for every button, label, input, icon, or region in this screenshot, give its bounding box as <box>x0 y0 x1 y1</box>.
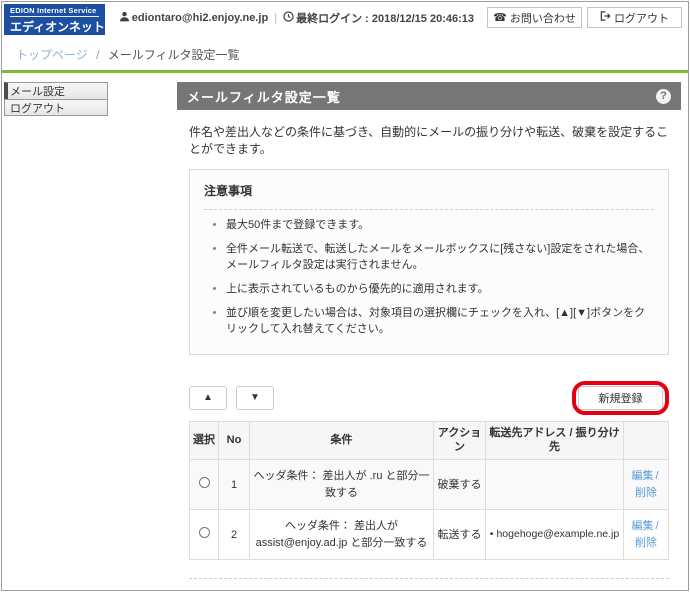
breadcrumb-separator: / <box>96 48 100 62</box>
table-row: 2 ヘッダ条件： 差出人が assist@enjoy.ad.jp と部分一致する… <box>189 509 669 561</box>
row-number: 1 <box>218 459 250 511</box>
divider <box>189 578 669 580</box>
table-row: 1 ヘッダ条件： 差出人が .ru と部分一致する 破棄する 編集/ 削除 <box>189 459 669 511</box>
row-select-radio[interactable] <box>198 526 210 538</box>
row-edit-cell: 編集/ 削除 <box>623 509 669 561</box>
contact-button-label: お問い合わせ <box>509 12 576 25</box>
userbar-separator: | <box>274 11 278 24</box>
notice-list: 最大50件まで登録できます。 全件メール転送で、転送したメールをメールボックスに… <box>226 218 654 338</box>
last-login-text: 最終ログイン : 2018/12/15 20:46:13 <box>296 12 474 25</box>
column-header-action: アクション <box>433 420 486 461</box>
row-action: 転送する <box>433 509 486 561</box>
edit-delete-separator: / <box>655 470 659 483</box>
brand-logo-line2: エディオンネット <box>10 19 105 34</box>
table-header-row: 選択 No 条件 アクション 転送先アドレス / 振り分け先 <box>189 420 669 461</box>
edit-delete-separator: / <box>655 520 659 533</box>
new-registration-button[interactable]: 新規登録 <box>578 385 663 410</box>
notice-title: 注意事項 <box>204 184 253 198</box>
notice-box: 注意事項 最大50件まで登録できます。 全件メール転送で、転送したメールをメール… <box>189 169 669 355</box>
delete-link[interactable]: 削除 <box>635 537 657 549</box>
clock-icon <box>283 10 294 25</box>
table-controls: ▲ ▼ 新規登録 <box>189 380 669 415</box>
sidebar-item-mail-settings[interactable]: メール設定 <box>4 82 108 99</box>
brand-logo[interactable]: EDION Internet Service エディオンネット <box>4 4 105 35</box>
row-number: 2 <box>218 509 250 561</box>
edit-link[interactable]: 編集 <box>631 470 653 482</box>
column-header-condition: 条件 <box>249 420 434 461</box>
row-forward <box>485 459 624 511</box>
mail-filter-table: 選択 No 条件 アクション 転送先アドレス / 振り分け先 1 ヘッダ条件： … <box>189 420 669 561</box>
row-condition: ヘッダ条件： 差出人が assist@enjoy.ad.jp と部分一致する <box>249 509 434 561</box>
notice-item: 全件メール転送で、転送したメールをメールボックスに[残さない]設定をされた場合、… <box>226 242 654 274</box>
sidebar-item-label: メール設定 <box>10 86 65 98</box>
help-icon[interactable]: ? <box>656 88 671 104</box>
contact-button[interactable]: ☎ お問い合わせ <box>487 7 582 28</box>
main-content: メールフィルタ設定一覧 ? 件名や差出人などの条件に基づき、自動的にメールの振り… <box>177 82 681 590</box>
move-up-button[interactable]: ▲ <box>189 385 227 410</box>
brand-logo-line1: EDION Internet Service <box>10 6 99 17</box>
sidebar-item-label: ログアウト <box>10 102 65 115</box>
page-description: 件名や差出人などの条件に基づき、自動的にメールの振り分けや転送、破棄を設定するこ… <box>189 125 669 156</box>
delete-link[interactable]: 削除 <box>635 487 657 499</box>
breadcrumb-current: メールフィルタ設定一覧 <box>107 48 240 62</box>
row-select-radio[interactable] <box>198 476 210 488</box>
forward-address: hogehoge@example.ne.jp <box>496 527 620 540</box>
sidebar: メール設定 ログアウト <box>4 82 108 116</box>
column-header-no: No <box>218 420 250 461</box>
new-registration-wrap: 新規登録 <box>572 380 669 415</box>
row-edit-cell: 編集/ 削除 <box>623 459 669 511</box>
user-icon <box>119 11 130 25</box>
row-forward: • hogehoge@example.ne.jp <box>485 509 624 561</box>
logout-icon <box>600 11 611 24</box>
phone-icon: ☎ <box>493 12 507 24</box>
row-condition: ヘッダ条件： 差出人が .ru と部分一致する <box>249 459 434 511</box>
sidebar-item-logout[interactable]: ログアウト <box>4 99 108 116</box>
panel-header: メールフィルタ設定一覧 ? <box>177 82 681 110</box>
column-header-forward: 転送先アドレス / 振り分け先 <box>485 420 624 461</box>
breadcrumb-home-link[interactable]: トップページ <box>16 48 88 62</box>
logout-button[interactable]: ログアウト <box>587 7 682 28</box>
move-down-button[interactable]: ▼ <box>236 385 274 410</box>
user-email: ediontaro@hi2.enjoy.ne.jp <box>131 11 269 24</box>
row-action: 破棄する <box>433 459 486 511</box>
breadcrumb: トップページ / メールフィルタ設定一覧 <box>2 39 688 70</box>
column-header-edit <box>623 420 669 461</box>
topbar: EDION Internet Service エディオンネット ediontar… <box>2 2 688 39</box>
logout-button-label: ログアウト <box>614 12 669 25</box>
bullet-icon: • <box>489 527 494 540</box>
column-header-select: 選択 <box>189 420 219 461</box>
notice-divider <box>204 209 654 210</box>
notice-item: 上に表示されているものから優先的に適用されます。 <box>226 282 654 298</box>
edit-link[interactable]: 編集 <box>631 520 653 532</box>
page: EDION Internet Service エディオンネット ediontar… <box>1 1 689 591</box>
user-utility-bar: ediontaro@hi2.enjoy.ne.jp | 最終ログイン : 201… <box>119 4 682 28</box>
notice-item: 最大50件まで登録できます。 <box>226 218 654 234</box>
page-title: メールフィルタ設定一覧 <box>187 89 341 105</box>
notice-item: 並び順を変更したい場合は、対象項目の選択欄にチェックを入れ、[▲][▼]ボタンを… <box>226 306 654 338</box>
